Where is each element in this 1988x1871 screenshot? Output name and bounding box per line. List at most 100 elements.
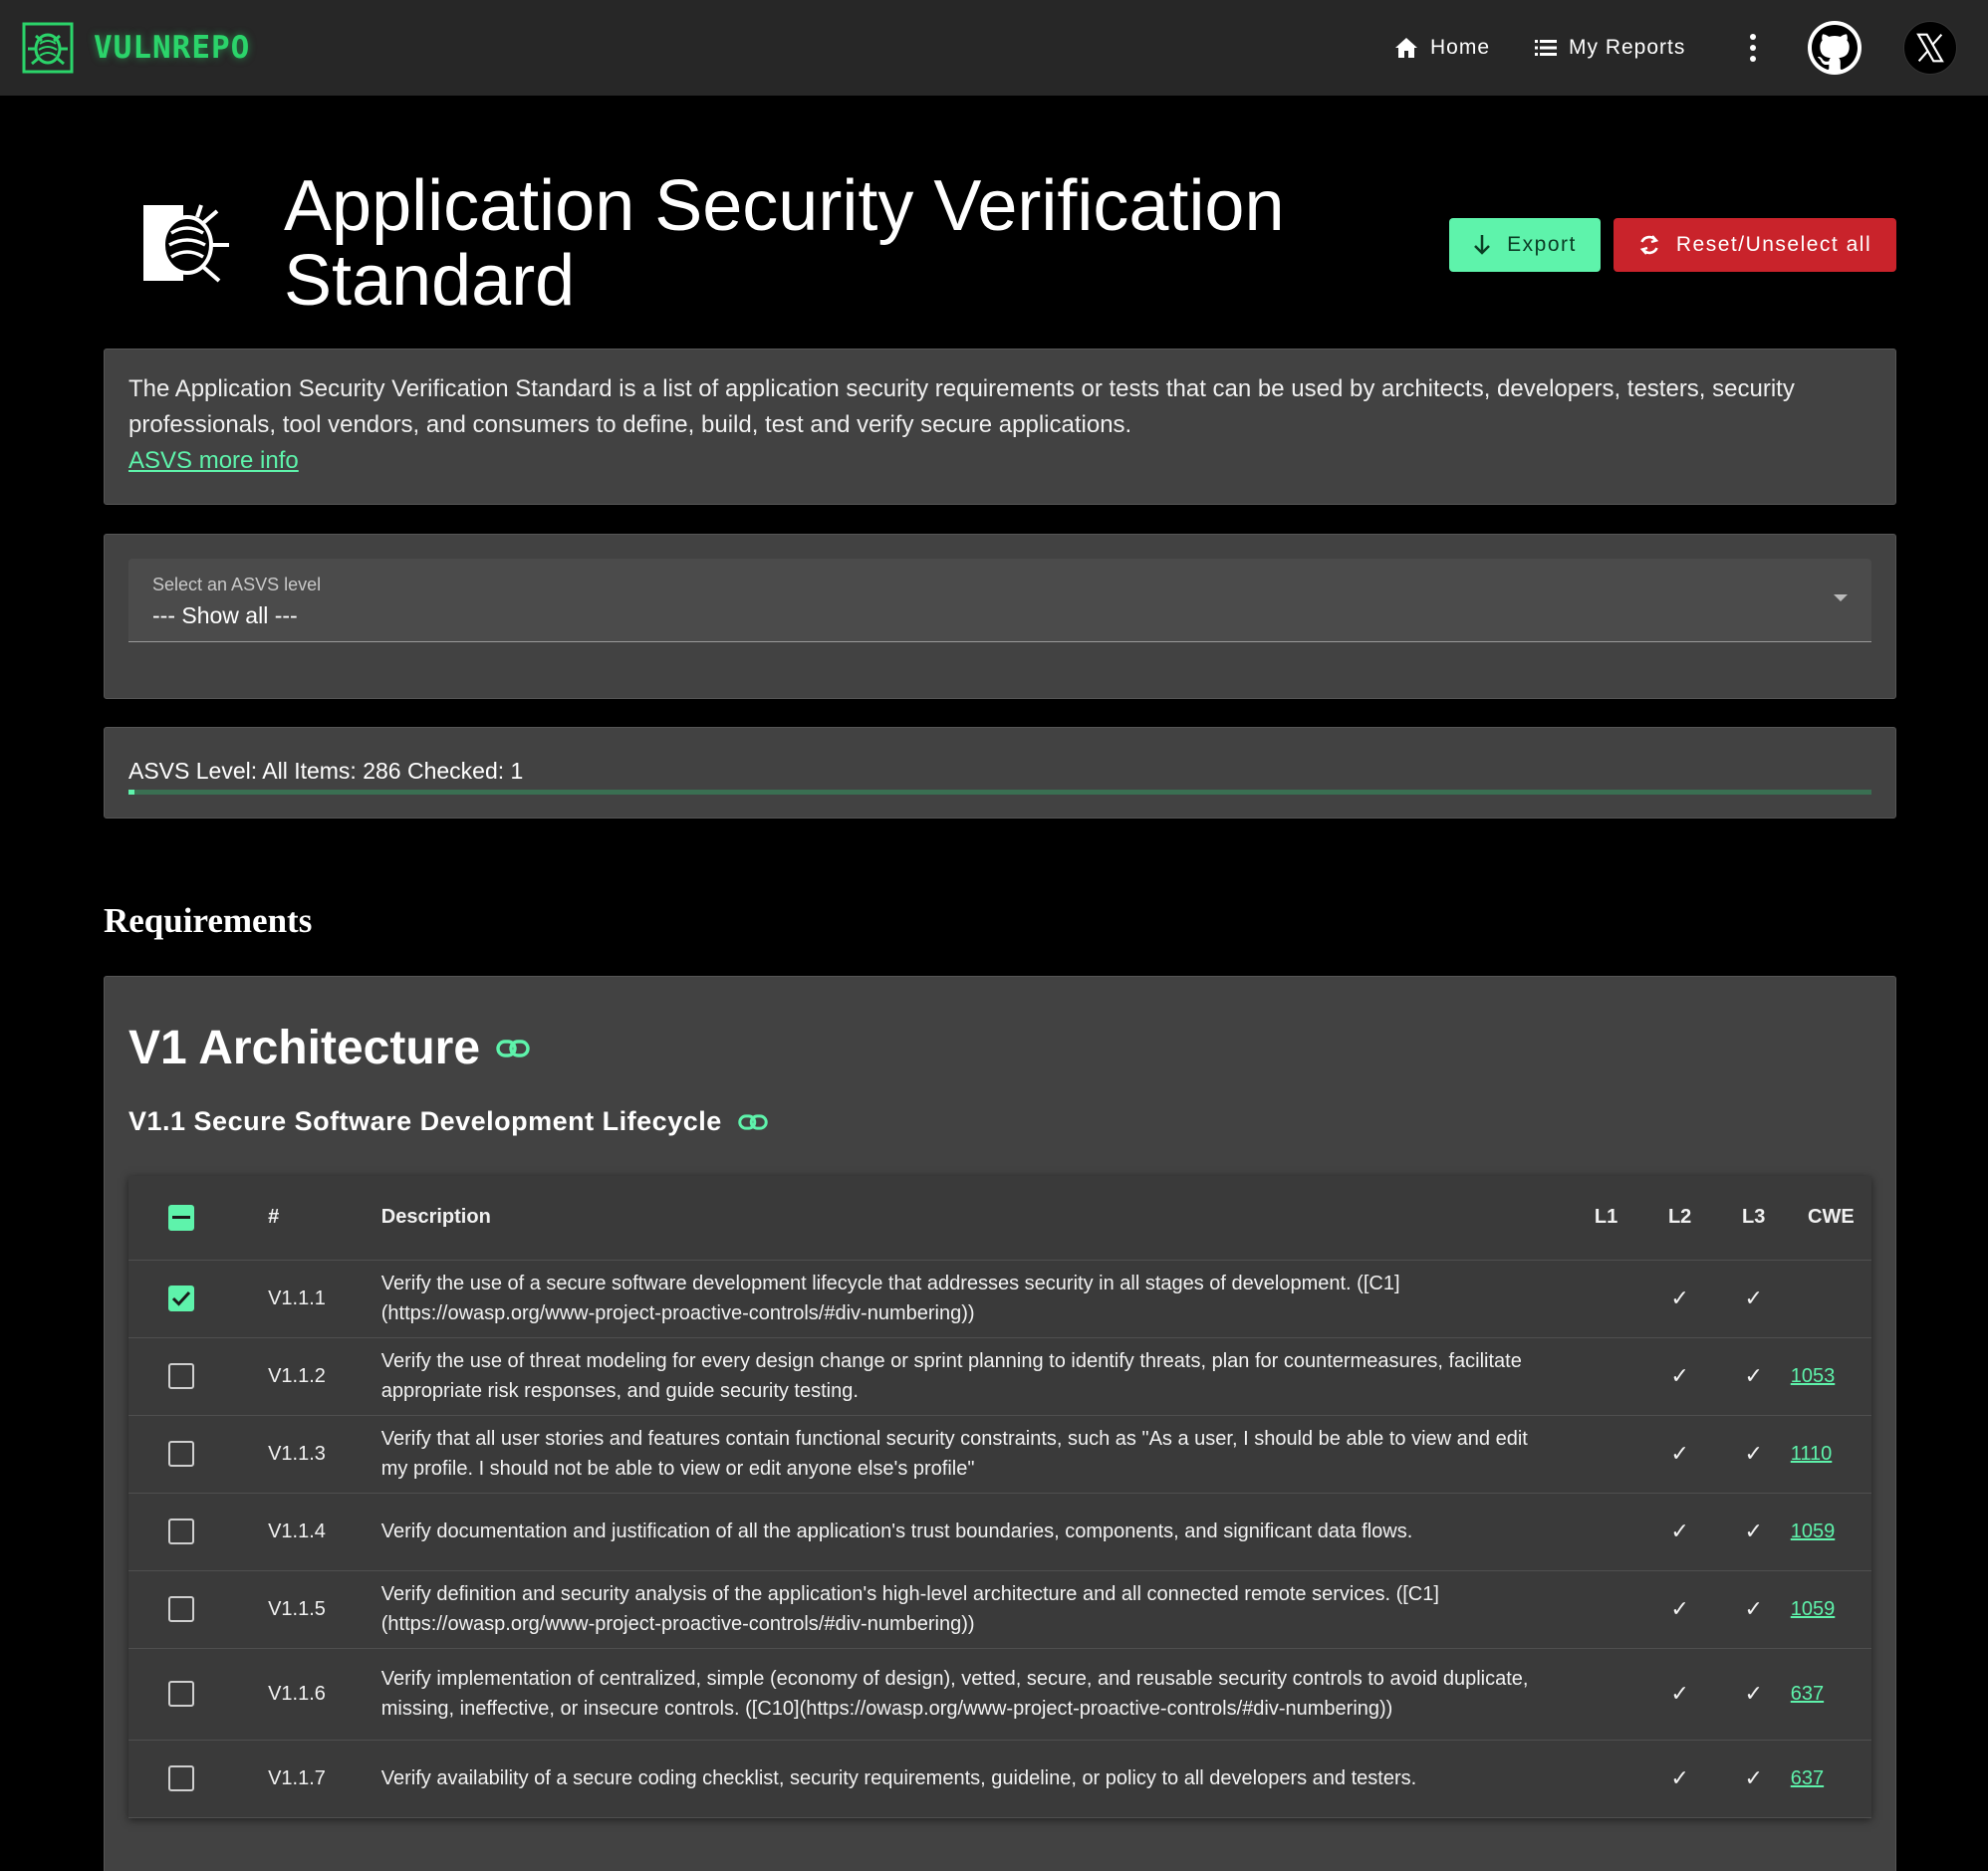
row-id: V1.1.2 xyxy=(268,1337,381,1416)
export-button[interactable]: Export xyxy=(1449,218,1601,272)
progress-card: ASVS Level: All Items: 286 Checked: 1 xyxy=(104,727,1896,819)
level-select-card: Select an ASVS level --- Show all --- xyxy=(104,534,1896,699)
row-description: Verify that all user stories and feature… xyxy=(380,1415,1570,1494)
row-description: Verify definition and security analysis … xyxy=(380,1570,1570,1649)
github-icon xyxy=(1812,25,1858,70)
select-all-checkbox[interactable] xyxy=(168,1204,194,1231)
row-l2: ✓ xyxy=(1642,1415,1717,1494)
row-checkbox-cell xyxy=(128,1260,269,1338)
row-description: Verify availability of a secure coding c… xyxy=(380,1740,1570,1818)
cwe-link[interactable]: 637 xyxy=(1791,1683,1824,1705)
row-checkbox[interactable] xyxy=(168,1286,194,1311)
table-row: V1.1.1 Verify the use of a secure softwar… xyxy=(128,1260,1871,1338)
x-logo-icon xyxy=(1916,33,1944,63)
row-checkbox[interactable] xyxy=(168,1441,194,1467)
progress-bar-fill xyxy=(128,790,135,795)
row-l2: ✓ xyxy=(1642,1337,1717,1416)
x-button[interactable] xyxy=(1903,21,1957,75)
cwe-link[interactable]: 637 xyxy=(1791,1767,1824,1789)
top-app-bar: VULNREPO Home My Reports xyxy=(0,0,1988,96)
section-heading: V1.1 Secure Software Development Lifecyc… xyxy=(128,1106,768,1137)
asvs-more-info-link[interactable]: ASVS more info xyxy=(128,447,299,474)
row-checkbox[interactable] xyxy=(168,1681,194,1707)
row-checkbox-cell xyxy=(128,1493,269,1571)
row-l2: ✓ xyxy=(1642,1493,1717,1571)
requirements-table: # Description L1 L2 L3 CWE V1.1.1 Verify … xyxy=(128,1176,1871,1818)
row-l1 xyxy=(1569,1648,1643,1741)
row-l3: ✓ xyxy=(1716,1493,1791,1571)
kebab-menu-icon[interactable] xyxy=(1739,30,1767,66)
row-l3: ✓ xyxy=(1716,1740,1791,1818)
export-button-label: Export xyxy=(1507,233,1577,256)
row-l2: ✓ xyxy=(1642,1740,1717,1818)
cwe-link[interactable]: 1059 xyxy=(1791,1598,1836,1620)
page-title: Application Security Verification Standa… xyxy=(284,166,1285,321)
table-row: V1.1.3 Verify that all user stories and f… xyxy=(128,1415,1871,1494)
cwe-link[interactable]: 1053 xyxy=(1791,1365,1836,1387)
link-icon[interactable] xyxy=(496,1039,530,1058)
refresh-icon xyxy=(1639,235,1659,255)
row-id: V1.1.6 xyxy=(268,1648,381,1741)
row-checkbox[interactable] xyxy=(168,1519,194,1544)
home-icon xyxy=(1395,38,1417,58)
row-checkbox-cell xyxy=(128,1570,269,1649)
table-row: V1.1.6 Verify implementation of centraliz… xyxy=(128,1648,1871,1741)
row-l1 xyxy=(1569,1493,1643,1571)
github-button[interactable] xyxy=(1808,21,1862,75)
row-l1 xyxy=(1569,1570,1643,1649)
row-description: Verify the use of a secure software deve… xyxy=(380,1260,1570,1338)
column-header-description: Description xyxy=(380,1176,1570,1261)
asvs-level-select[interactable]: Select an ASVS level --- Show all --- xyxy=(128,559,1871,642)
nav-reports-label: My Reports xyxy=(1569,36,1686,59)
section-title: V1.1 Secure Software Development Lifecyc… xyxy=(128,1106,722,1136)
row-checkbox[interactable] xyxy=(168,1596,194,1622)
row-id: V1.1.4 xyxy=(268,1493,381,1571)
row-description: Verify documentation and justification o… xyxy=(380,1493,1570,1571)
row-l2: ✓ xyxy=(1642,1570,1717,1649)
select-value: --- Show all --- xyxy=(152,602,298,628)
requirements-card: V1 Architecture V1.1 Secure Software Dev… xyxy=(104,976,1896,1871)
row-cwe-cell: 1059 xyxy=(1790,1570,1871,1649)
link-icon[interactable] xyxy=(738,1113,768,1131)
row-cwe-cell: 637 xyxy=(1790,1740,1871,1818)
table-row: V1.1.5 Verify definition and security ana… xyxy=(128,1570,1871,1649)
row-description: Verify the use of threat modeling for ev… xyxy=(380,1337,1570,1416)
row-l1 xyxy=(1569,1337,1643,1416)
column-header-l3: L3 xyxy=(1716,1176,1791,1261)
column-header-number: # xyxy=(268,1176,381,1261)
brand[interactable]: VULNREPO xyxy=(22,22,250,74)
requirements-heading: Requirements xyxy=(104,901,313,940)
row-cwe-cell: 1110 xyxy=(1790,1415,1871,1494)
intro-card: The Application Security Verification St… xyxy=(104,349,1896,505)
row-id: V1.1.5 xyxy=(268,1570,381,1649)
row-checkbox[interactable] xyxy=(168,1363,194,1389)
cwe-link[interactable]: 1059 xyxy=(1791,1520,1836,1542)
select-all-header xyxy=(128,1176,269,1261)
reset-unselect-button[interactable]: Reset/Unselect all xyxy=(1614,218,1896,272)
row-checkbox[interactable] xyxy=(168,1765,194,1791)
column-header-cwe: CWE xyxy=(1790,1176,1871,1261)
row-l3: ✓ xyxy=(1716,1648,1791,1741)
select-label: Select an ASVS level xyxy=(152,575,322,594)
table-row: V1.1.2 Verify the use of threat modeling … xyxy=(128,1337,1871,1416)
column-header-l1: L1 xyxy=(1569,1176,1643,1261)
row-l1 xyxy=(1569,1740,1643,1818)
progress-text: ASVS Level: All Items: 286 Checked: 1 xyxy=(128,758,524,784)
row-checkbox-cell xyxy=(128,1648,269,1741)
row-cwe-cell: 1059 xyxy=(1790,1493,1871,1571)
row-l1 xyxy=(1569,1260,1643,1338)
table-row: V1.1.7 Verify availability of a secure co… xyxy=(128,1740,1871,1818)
column-header-l2: L2 xyxy=(1642,1176,1717,1261)
row-cwe-cell: 1053 xyxy=(1790,1337,1871,1416)
cwe-link[interactable]: 1110 xyxy=(1791,1443,1833,1465)
nav-reports-link[interactable]: My Reports xyxy=(1535,30,1685,66)
table-row: V1.1.4 Verify documentation and justifica… xyxy=(128,1493,1871,1571)
row-l2: ✓ xyxy=(1642,1260,1717,1338)
row-l1 xyxy=(1569,1415,1643,1494)
dropdown-arrow-icon xyxy=(1834,594,1848,601)
reset-button-label: Reset/Unselect all xyxy=(1675,233,1872,256)
row-description: Verify implementation of centralized, si… xyxy=(380,1648,1570,1741)
chapter-heading: V1 Architecture xyxy=(128,1021,530,1075)
row-l3: ✓ xyxy=(1716,1415,1791,1494)
nav-home-link[interactable]: Home xyxy=(1394,30,1490,66)
